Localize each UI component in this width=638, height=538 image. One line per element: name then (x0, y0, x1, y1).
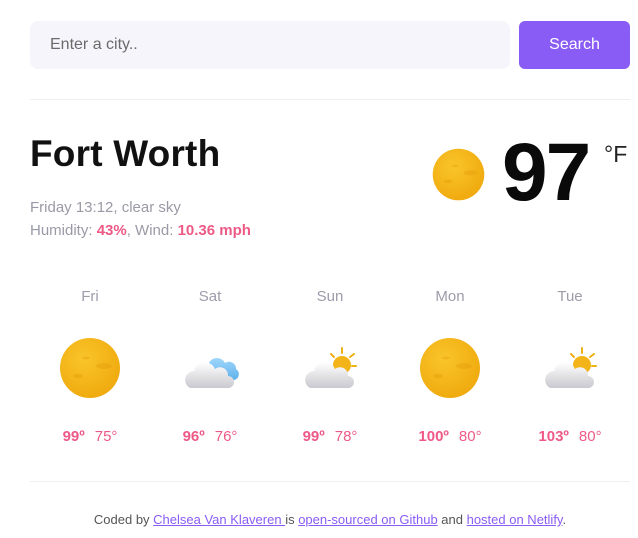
humidity-label: Humidity: (30, 222, 97, 239)
weather-app: Search Fort Worth Friday 13:12, clear sk… (0, 0, 638, 538)
current-temperature: 97 (502, 127, 591, 218)
forecast-day-name: Sat (198, 288, 222, 305)
search-button[interactable]: Search (519, 21, 630, 69)
city-search-input[interactable] (30, 21, 510, 69)
footer-prefix: Coded by (93, 512, 154, 527)
current-details: Friday 13:12, clear sky Humidity: 43%, W… (30, 196, 251, 242)
forecast-day-name: Fri (81, 288, 99, 305)
search-form: Search (30, 21, 630, 69)
forecast-day: Sat 96º 76° (150, 285, 270, 449)
forecast-day: Mon 100º 80° (390, 285, 510, 449)
humidity-value: 43% (96, 222, 127, 239)
partly-cloudy-icon (545, 347, 597, 388)
forecast-day-name: Tue (557, 288, 583, 305)
wind-label: , Wind: (126, 222, 178, 239)
forecast-day: Tue 103º 80° (510, 285, 630, 449)
humidity-wind-line: Humidity: 43%, Wind: 10.36 mph (30, 219, 251, 242)
forecast-temps: 96º 76° (150, 425, 270, 449)
netlify-link[interactable]: hosted on Netlify (467, 512, 563, 527)
cloud-icon (185, 358, 239, 388)
sun-icon (432, 148, 485, 201)
wind-value: 10.36 mph (177, 222, 251, 239)
partly-cloudy-icon (305, 347, 357, 388)
datetime-description: Friday 13:12, clear sky (30, 199, 181, 216)
forecast-min-temp: 80° (578, 428, 602, 445)
github-link[interactable]: open-sourced on Github (298, 512, 437, 527)
sun-icon (60, 338, 120, 398)
temperature-unit: °F (604, 141, 628, 167)
forecast-max-temp: 100º (418, 428, 449, 445)
forecast-temps: 100º 80° (390, 425, 510, 449)
forecast-temps: 103º 80° (510, 425, 630, 449)
forecast-temps: 99º 75° (30, 425, 150, 449)
forecast-min-temp: 75° (94, 428, 118, 445)
forecast-max-temp: 103º (538, 428, 569, 445)
city-name: Fort Worth (30, 133, 221, 174)
forecast-min-temp: 78° (334, 428, 358, 445)
forecast-temps: 99º 78° (270, 425, 390, 449)
forecast-day-name: Sun (316, 288, 344, 305)
forecast-day: Fri 99º 75° (30, 285, 150, 449)
top-divider (30, 99, 630, 100)
forecast-min-temp: 76° (214, 428, 238, 445)
forecast-min-temp: 80° (458, 428, 482, 445)
footer-middle: is (285, 512, 299, 527)
forecast-max-temp: 99º (302, 428, 325, 445)
forecast-max-temp: 99º (62, 428, 85, 445)
author-link[interactable]: Chelsea Van Klaveren (153, 512, 285, 527)
sun-icon (420, 338, 480, 398)
footer-and: and (437, 512, 467, 527)
bottom-divider (30, 481, 630, 482)
forecast-day-name: Mon (435, 288, 465, 305)
footer: Coded by Chelsea Van Klaveren is open-so… (0, 509, 638, 531)
forecast-max-temp: 96º (182, 428, 205, 445)
forecast-day: Sun 99º 78° (270, 285, 390, 449)
footer-suffix: . (562, 512, 567, 527)
